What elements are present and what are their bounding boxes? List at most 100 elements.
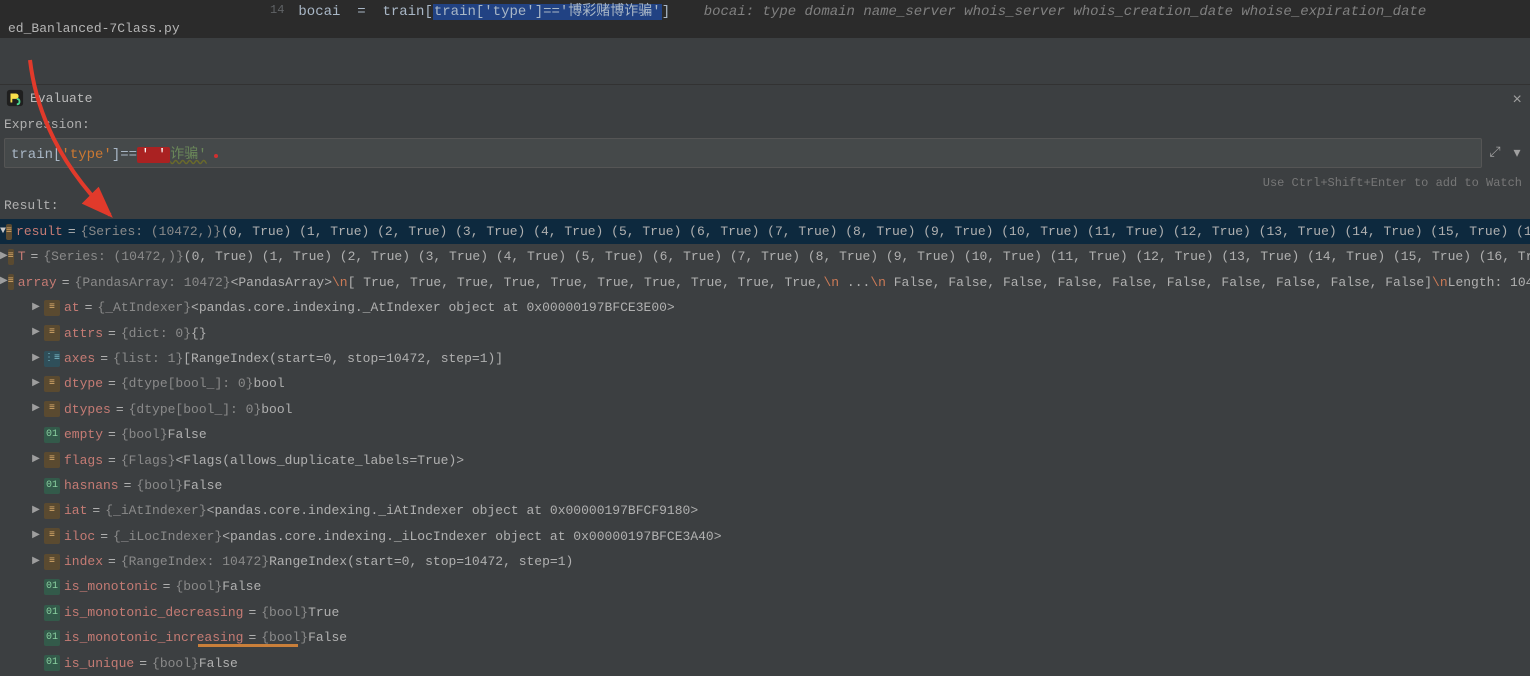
close-icon[interactable]: ×: [1512, 91, 1522, 109]
var-type: {Series: (10472,)}: [81, 220, 221, 243]
object-type-icon: ≡: [44, 325, 60, 341]
line-number: 14: [270, 3, 298, 17]
tree-row[interactable]: ▶≡array={PandasArray: 10472} <PandasArra…: [0, 270, 1530, 295]
var-type: {bool}: [136, 474, 183, 497]
var-type: {dtype[bool_]: 0}: [129, 398, 262, 421]
var-value: False: [199, 652, 238, 675]
var-type: {dtype[bool_]: 0}: [121, 372, 254, 395]
chevron-right-icon[interactable]: ▶: [28, 350, 44, 368]
tree-row[interactable]: ▼≡result={Series: (10472,)} (0, True) (1…: [0, 219, 1530, 244]
var-type: {bool}: [152, 652, 199, 675]
expression-input[interactable]: train['type']==' '诈骗': [4, 138, 1482, 168]
var-value: <PandasArray>\n[ True, True, True, True,…: [231, 271, 1530, 294]
var-name: hasnans: [64, 474, 119, 497]
var-type: {RangeIndex: 10472}: [121, 550, 269, 573]
var-value: False: [168, 423, 207, 446]
chevron-right-icon[interactable]: ▶: [28, 502, 44, 520]
chevron-right-icon[interactable]: ▶: [28, 527, 44, 545]
chevron-right-icon[interactable]: ▶: [28, 451, 44, 469]
chevron-right-icon[interactable]: ▶: [0, 273, 8, 291]
var-name: iloc: [64, 525, 95, 548]
result-tree[interactable]: ▼≡result={Series: (10472,)} (0, True) (1…: [0, 217, 1530, 676]
var-value: {}: [191, 322, 207, 345]
tree-row[interactable]: ▶≡at={_AtIndexer} <pandas.core.indexing.…: [0, 295, 1530, 320]
var-name: result: [16, 220, 63, 243]
bool-type-icon: 01: [44, 655, 60, 671]
var-type: {_iAtIndexer}: [105, 499, 206, 522]
var-value: False: [308, 626, 347, 649]
var-value: RangeIndex(start=0, stop=10472, step=1): [269, 550, 573, 573]
var-name: array: [18, 271, 57, 294]
var-value: False: [222, 575, 261, 598]
tree-row[interactable]: ▶≡iloc={_iLocIndexer} <pandas.core.index…: [0, 524, 1530, 549]
var-value: bool: [253, 372, 284, 395]
tree-row[interactable]: ▶≡T={Series: (10472,)} (0, True) (1, Tru…: [0, 244, 1530, 269]
var-name: dtype: [64, 372, 103, 395]
chevron-right-icon[interactable]: ▶: [28, 299, 44, 317]
var-value: <pandas.core.indexing._iAtIndexer object…: [207, 499, 698, 522]
object-type-icon: ≡: [44, 554, 60, 570]
object-type-icon: ≡: [44, 503, 60, 519]
var-value: <pandas.core.indexing._iLocIndexer objec…: [222, 525, 721, 548]
bool-type-icon: 01: [44, 579, 60, 595]
inline-hint: bocai: type domain name_server whois_ser…: [704, 4, 1427, 20]
tree-row[interactable]: ▶≡iat={_iAtIndexer} <pandas.core.indexin…: [0, 498, 1530, 523]
bool-type-icon: 01: [44, 427, 60, 443]
chevron-right-icon[interactable]: ▶: [28, 324, 44, 342]
chevron-right-icon[interactable]: ▶: [28, 375, 44, 393]
tree-row[interactable]: ▶≡attrs={dict: 0} {}: [0, 321, 1530, 346]
var-name: empty: [64, 423, 103, 446]
var-value: <pandas.core.indexing._AtIndexer object …: [191, 296, 675, 319]
redacted-text: ' ': [137, 147, 170, 163]
code-selection: train['type']=='博彩赌博诈骗': [433, 4, 662, 20]
code-line: 14 bocai = train[train['type']=='博彩赌博诈骗'…: [0, 0, 1530, 22]
tree-row[interactable]: 01is_monotonic={bool} False: [0, 574, 1530, 599]
expand-icon[interactable]: ⤢: [1482, 145, 1504, 161]
var-name: T: [18, 245, 26, 268]
tree-row[interactable]: 01is_monotonic_decreasing={bool} True: [0, 600, 1530, 625]
object-type-icon: ≡: [44, 528, 60, 544]
bool-type-icon: 01: [44, 630, 60, 646]
var-value: bool: [261, 398, 292, 421]
var-name: flags: [64, 449, 103, 472]
var-name: at: [64, 296, 80, 319]
tree-row[interactable]: ▶≡dtypes={dtype[bool_]: 0} bool: [0, 397, 1530, 422]
chevron-right-icon[interactable]: ▶: [28, 400, 44, 418]
var-type: {_iLocIndexer}: [113, 525, 222, 548]
tree-row[interactable]: 01hasnans={bool} False: [0, 473, 1530, 498]
var-type: {list: 1}: [113, 347, 183, 370]
object-type-icon: ≡: [8, 274, 14, 290]
bool-type-icon: 01: [44, 605, 60, 621]
var-type: {bool}: [175, 575, 222, 598]
evaluate-toolwindow-header: Evaluate ×: [0, 84, 1530, 111]
var-type: {PandasArray: 10472}: [75, 271, 231, 294]
var-name: attrs: [64, 322, 103, 345]
var-value: False: [183, 474, 222, 497]
var-type: {Flags}: [121, 449, 176, 472]
var-type: {dict: 0}: [121, 322, 191, 345]
chevron-right-icon[interactable]: ▶: [28, 553, 44, 571]
chevron-right-icon[interactable]: ▶: [0, 248, 8, 266]
var-value: (0, True) (1, True) (2, True) (3, True) …: [184, 245, 1530, 268]
var-name: is_unique: [64, 652, 134, 675]
tree-row[interactable]: 01is_unique={bool} False: [0, 651, 1530, 676]
var-value: <Flags(allows_duplicate_labels=True)>: [175, 449, 464, 472]
tree-row[interactable]: 01empty={bool} False: [0, 422, 1530, 447]
var-name: index: [64, 550, 103, 573]
object-type-icon: ≡: [44, 401, 60, 417]
var-name: is_monotonic_decreasing: [64, 601, 243, 624]
var-name: iat: [64, 499, 87, 522]
tree-row[interactable]: ▶≡dtype={dtype[bool_]: 0} bool: [0, 371, 1530, 396]
dropdown-icon[interactable]: ▾: [1504, 145, 1526, 162]
annotation-dot: [214, 154, 218, 158]
tree-row[interactable]: ▶⋮≡axes={list: 1} [RangeIndex(start=0, s…: [0, 346, 1530, 371]
tree-row[interactable]: ▶≡flags={Flags} <Flags(allows_duplicate_…: [0, 448, 1530, 473]
var-value: True: [308, 601, 339, 624]
list-type-icon: ⋮≡: [44, 351, 60, 367]
var-name: axes: [64, 347, 95, 370]
var-type: {bool}: [121, 423, 168, 446]
object-type-icon: ≡: [44, 452, 60, 468]
var-type: {bool}: [261, 601, 308, 624]
tree-row[interactable]: ▶≡index={RangeIndex: 10472} RangeIndex(s…: [0, 549, 1530, 574]
object-type-icon: ≡: [8, 249, 14, 265]
